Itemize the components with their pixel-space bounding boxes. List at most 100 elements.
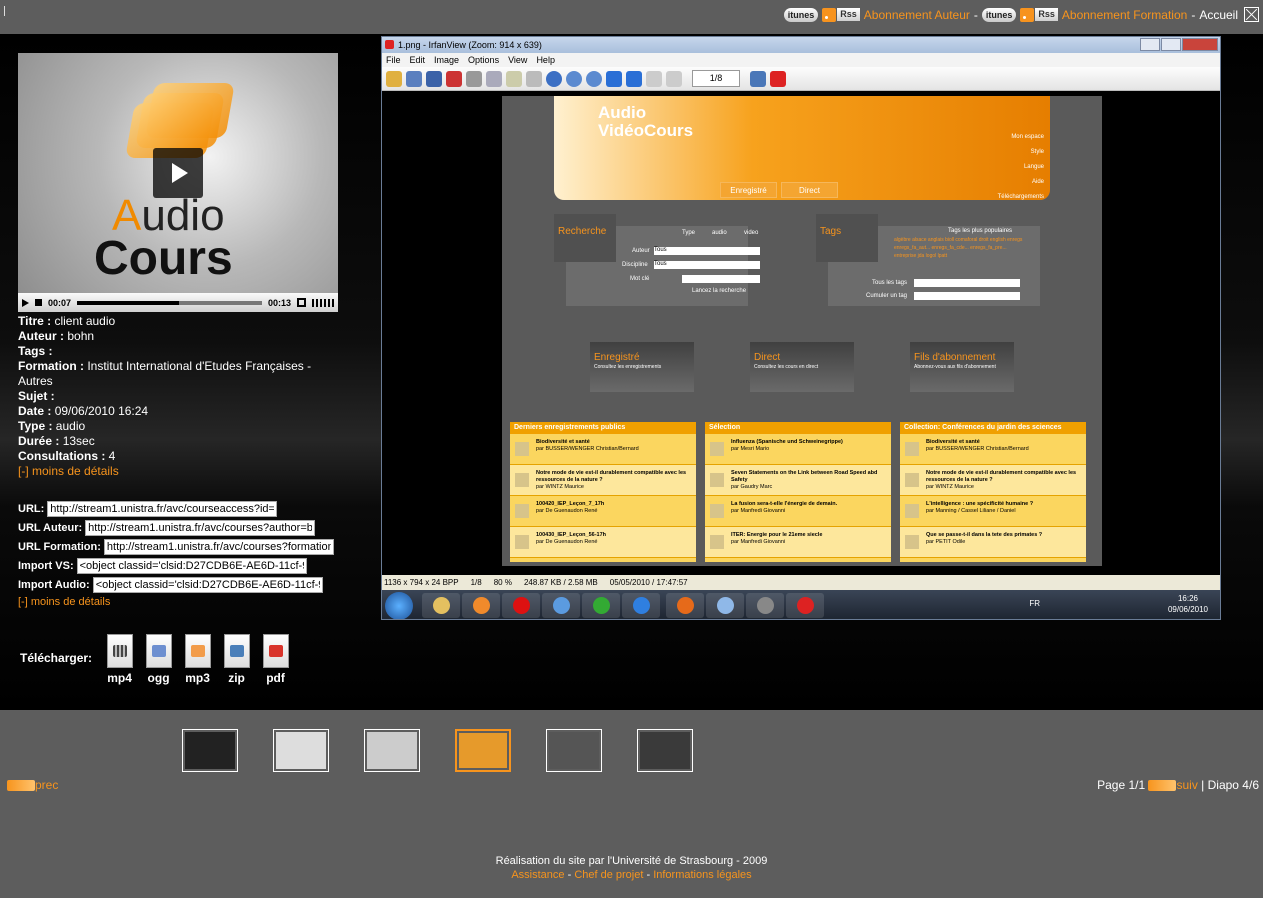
separator: -	[1191, 7, 1196, 22]
slide-thumb-5[interactable]	[546, 729, 602, 772]
undo-icon	[526, 70, 542, 87]
irfanview-task-icon	[786, 593, 824, 618]
site-header: Audio VidéoCours Mon espace Style Langue Aid…	[554, 96, 1050, 200]
close-icon[interactable]	[1244, 7, 1259, 22]
play-overlay-button[interactable]	[153, 148, 203, 198]
opera-icon	[502, 593, 540, 618]
site-tile-feeds: Fils d'abonnement Abonnez-vous aux fils d…	[910, 342, 1014, 392]
rss-label: Rss	[1035, 8, 1058, 21]
site-column-latest: Derniers enregistrements publics Biodive…	[510, 422, 696, 562]
url-field[interactable]	[47, 500, 278, 517]
irfanview-icon	[770, 70, 786, 87]
player-controls: 00:07 00:13	[18, 293, 338, 312]
ogg-file-icon	[145, 634, 172, 668]
detail-duration: Durée : 13sec	[18, 434, 95, 448]
rss-icon	[1020, 7, 1035, 22]
format-label: mp3	[185, 671, 210, 685]
assistance-link[interactable]: Assistance	[511, 869, 564, 881]
legal-info-link[interactable]: Informations légales	[653, 869, 751, 881]
rss-icon	[822, 7, 837, 22]
subscribe-author-link[interactable]: Abonnement Auteur	[864, 8, 970, 22]
stop-icon[interactable]	[35, 299, 42, 306]
play-icon[interactable]	[22, 298, 29, 307]
download-label: Télécharger:	[20, 651, 93, 665]
home-link[interactable]: Accueil	[1199, 8, 1238, 22]
slide-thumb-2[interactable]	[273, 729, 329, 772]
url-label: URL:	[18, 502, 45, 515]
next-link[interactable]: suiv	[1176, 778, 1197, 792]
import-vs-field[interactable]	[76, 557, 307, 574]
url-formation-field[interactable]	[103, 538, 334, 555]
prev-link[interactable]: prec	[35, 778, 58, 792]
main-panel: Audio Cours 00:07 00:13 Titre : client a…	[0, 34, 1263, 710]
site-tile-live: Direct Consultez les cours en direct	[750, 342, 854, 392]
download-mp3[interactable]: mp3	[178, 634, 217, 685]
site-search-box: Recherche Type audio video Auteur Tous D…	[554, 214, 760, 306]
safari-icon	[542, 593, 580, 618]
pager-next: Page 1/1 suiv | Diapo 4/6	[1097, 778, 1259, 792]
next-icon	[626, 70, 642, 87]
less-details-link-2[interactable]: [-] moins de détails	[18, 596, 110, 608]
separator: -	[643, 869, 654, 881]
settings-icon	[750, 70, 766, 87]
copy-icon	[486, 70, 502, 87]
explorer-icon	[422, 593, 460, 618]
site-column-collection: Collection: Conférences du jardin des sc…	[900, 422, 1086, 562]
import-audio-field[interactable]	[92, 576, 323, 593]
slide-thumb-4[interactable]	[455, 729, 511, 772]
rss-formation-icon[interactable]: Rss	[1020, 7, 1058, 22]
share-urls: URL: URL Auteur: URL Formation: Import V…	[18, 499, 348, 608]
slide-thumb-3[interactable]	[364, 729, 420, 772]
detail-views: Consultations : 4	[18, 449, 116, 463]
subscribe-formation-link[interactable]: Abonnement Formation	[1062, 8, 1187, 22]
separator: -	[564, 869, 575, 881]
thumb-image	[459, 733, 507, 768]
format-label: pdf	[266, 671, 285, 685]
fullscreen-icon[interactable]	[297, 298, 306, 307]
download-ogg[interactable]: ogg	[139, 634, 178, 685]
itunes-icon	[706, 593, 744, 618]
cut-icon	[466, 70, 482, 87]
thumb-image	[276, 732, 326, 769]
menu-image: Image	[434, 55, 460, 65]
format-label: ogg	[147, 671, 170, 685]
volume-icon[interactable]	[312, 298, 334, 307]
import-vs-label: Import VS:	[18, 559, 74, 572]
logo-text-cours: Cours	[94, 232, 233, 285]
url-author-field[interactable]	[85, 519, 316, 536]
open-icon	[386, 70, 402, 87]
pager-prev: prec	[7, 778, 58, 792]
rss-author-icon[interactable]: Rss	[822, 7, 860, 22]
site-tabs: Enregistré Direct	[720, 182, 838, 198]
itunes-formation-icon[interactable]: itunes	[981, 7, 1017, 22]
irfanview-statusbar: 1136 x 794 x 24 BPP 1/8 80 % 248.87 KB / 2.…	[382, 575, 1220, 590]
project-lead-link[interactable]: Chef de projet	[574, 869, 643, 881]
info-icon	[546, 70, 562, 87]
audio-player[interactable]: Audio Cours	[18, 53, 338, 312]
slide-thumb-1[interactable]	[182, 729, 238, 772]
thumb-image	[549, 732, 599, 769]
text-cursor	[4, 6, 5, 16]
slide-thumb-6[interactable]	[637, 729, 693, 772]
less-details-link[interactable]: [-] moins de détails	[18, 464, 119, 478]
itunes-author-icon[interactable]: itunes	[783, 7, 819, 22]
seek-bar[interactable]	[77, 300, 262, 305]
double-left-arrow-icon[interactable]	[7, 779, 35, 791]
detail-title: Titre : client audio	[18, 314, 116, 328]
detail-subject: Sujet :	[18, 389, 55, 403]
course-details: Titre : client audio Auteur : bohn Tags …	[18, 314, 338, 479]
download-pdf[interactable]: pdf	[256, 634, 295, 685]
detail-date: Date : 09/06/2010 16:24	[18, 404, 149, 418]
format-label: zip	[228, 671, 245, 685]
start-icon	[385, 592, 413, 619]
double-right-arrow-icon[interactable]	[1148, 779, 1177, 791]
subscription-nav: itunes Rss Abonnement Auteur - itunes Rs…	[783, 7, 1259, 22]
irfanview-titlebar: 1.png - IrfanView (Zoom: 914 x 639)	[382, 37, 1220, 53]
page-count: Page 1/1	[1097, 778, 1146, 792]
download-mp4[interactable]: mp4	[100, 634, 139, 685]
video-file-icon	[106, 634, 133, 668]
menu-options: Options	[468, 55, 500, 65]
detail-author: Auteur : bohn	[18, 329, 95, 343]
download-zip[interactable]: zip	[217, 634, 256, 685]
thumb-image	[185, 732, 235, 769]
